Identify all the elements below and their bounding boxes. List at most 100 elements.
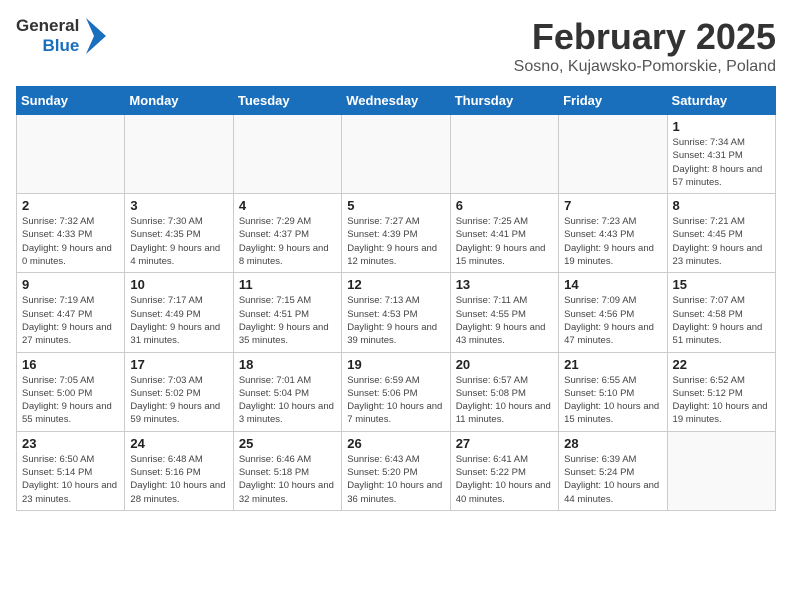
calendar-header-row: SundayMondayTuesdayWednesdayThursdayFrid… [17, 87, 776, 115]
day-number: 5 [347, 198, 444, 213]
calendar-week-row: 9 Sunrise: 7:19 AM Sunset: 4:47 PM Daylig… [17, 273, 776, 352]
day-number: 11 [239, 277, 336, 292]
calendar-cell: 13Sunrise: 7:11 AM Sunset: 4:55 PM Dayli… [450, 273, 558, 352]
day-info: Sunrise: 6:41 AM Sunset: 5:22 PM Dayligh… [456, 453, 553, 506]
day-number: 2 [22, 198, 119, 213]
day-info: Sunrise: 6:55 AM Sunset: 5:10 PM Dayligh… [564, 374, 661, 427]
day-info: Sunrise: 7:17 AM Sunset: 4:49 PM Dayligh… [130, 294, 227, 347]
logo-brand: General Blue [16, 16, 106, 55]
weekday-header-wednesday: Wednesday [342, 87, 450, 115]
calendar-week-row: 1 Sunrise: 7:34 AM Sunset: 4:31 PM Daylig… [17, 115, 776, 194]
day-number: 10 [130, 277, 227, 292]
calendar-cell: 22 Sunrise: 6:52 AM Sunset: 5:12 PM Dayli… [667, 352, 775, 431]
header: General Blue February 2025 Sosno, Kujaws… [16, 16, 776, 76]
month-title: February 2025 [514, 16, 776, 58]
calendar-cell: 28 Sunrise: 6:39 AM Sunset: 5:24 PM Dayli… [559, 431, 667, 510]
weekday-header-monday: Monday [125, 87, 233, 115]
day-number: 18 [239, 357, 336, 372]
day-info: Sunrise: 7:34 AM Sunset: 4:31 PM Dayligh… [673, 136, 770, 189]
calendar-cell: 7 Sunrise: 7:23 AM Sunset: 4:43 PM Daylig… [559, 194, 667, 273]
day-info: Sunrise: 7:21 AM Sunset: 4:45 PM Dayligh… [673, 215, 770, 268]
day-number: 26 [347, 436, 444, 451]
calendar-cell: 14Sunrise: 7:09 AM Sunset: 4:56 PM Dayli… [559, 273, 667, 352]
calendar-cell: 6 Sunrise: 7:25 AM Sunset: 4:41 PM Daylig… [450, 194, 558, 273]
calendar-cell: 4 Sunrise: 7:29 AM Sunset: 4:37 PM Daylig… [233, 194, 341, 273]
calendar-cell: 11 Sunrise: 7:15 AM Sunset: 4:51 PM Dayli… [233, 273, 341, 352]
day-info: Sunrise: 7:07 AM Sunset: 4:58 PM Dayligh… [673, 294, 770, 347]
day-info: Sunrise: 7:01 AM Sunset: 5:04 PM Dayligh… [239, 374, 336, 427]
weekday-header-thursday: Thursday [450, 87, 558, 115]
day-info: Sunrise: 7:27 AM Sunset: 4:39 PM Dayligh… [347, 215, 444, 268]
location-title: Sosno, Kujawsko-Pomorskie, Poland [514, 58, 776, 76]
calendar-cell: 17 Sunrise: 7:03 AM Sunset: 5:02 PM Dayli… [125, 352, 233, 431]
calendar-cell: 20 Sunrise: 6:57 AM Sunset: 5:08 PM Dayli… [450, 352, 558, 431]
calendar-cell: 2 Sunrise: 7:32 AM Sunset: 4:33 PM Daylig… [17, 194, 125, 273]
calendar-cell: 27Sunrise: 6:41 AM Sunset: 5:22 PM Dayli… [450, 431, 558, 510]
day-info: Sunrise: 7:30 AM Sunset: 4:35 PM Dayligh… [130, 215, 227, 268]
calendar-cell: 21 Sunrise: 6:55 AM Sunset: 5:10 PM Dayli… [559, 352, 667, 431]
calendar-cell [342, 115, 450, 194]
calendar-cell [559, 115, 667, 194]
day-info: Sunrise: 6:57 AM Sunset: 5:08 PM Dayligh… [456, 374, 553, 427]
day-number: 7 [564, 198, 661, 213]
day-number: 13 [456, 277, 553, 292]
day-number: 22 [673, 357, 770, 372]
calendar-cell: 5 Sunrise: 7:27 AM Sunset: 4:39 PM Daylig… [342, 194, 450, 273]
day-info: Sunrise: 6:39 AM Sunset: 5:24 PM Dayligh… [564, 453, 661, 506]
calendar-cell [17, 115, 125, 194]
calendar-cell: 8 Sunrise: 7:21 AM Sunset: 4:45 PM Daylig… [667, 194, 775, 273]
logo-chevron-icon [84, 18, 106, 54]
day-info: Sunrise: 7:23 AM Sunset: 4:43 PM Dayligh… [564, 215, 661, 268]
logo-blue: Blue [42, 36, 79, 56]
day-number: 17 [130, 357, 227, 372]
day-number: 9 [22, 277, 119, 292]
day-info: Sunrise: 6:48 AM Sunset: 5:16 PM Dayligh… [130, 453, 227, 506]
calendar: SundayMondayTuesdayWednesdayThursdayFrid… [16, 86, 776, 511]
day-info: Sunrise: 7:03 AM Sunset: 5:02 PM Dayligh… [130, 374, 227, 427]
day-number: 28 [564, 436, 661, 451]
calendar-cell: 10 Sunrise: 7:17 AM Sunset: 4:49 PM Dayli… [125, 273, 233, 352]
day-number: 19 [347, 357, 444, 372]
day-info: Sunrise: 6:52 AM Sunset: 5:12 PM Dayligh… [673, 374, 770, 427]
weekday-header-sunday: Sunday [17, 87, 125, 115]
calendar-cell: 15 Sunrise: 7:07 AM Sunset: 4:58 PM Dayli… [667, 273, 775, 352]
day-number: 1 [673, 119, 770, 134]
logo-general: General [16, 16, 79, 36]
weekday-header-friday: Friday [559, 87, 667, 115]
day-info: Sunrise: 6:43 AM Sunset: 5:20 PM Dayligh… [347, 453, 444, 506]
calendar-cell [125, 115, 233, 194]
day-number: 24 [130, 436, 227, 451]
weekday-header-tuesday: Tuesday [233, 87, 341, 115]
day-info: Sunrise: 7:05 AM Sunset: 5:00 PM Dayligh… [22, 374, 119, 427]
day-number: 4 [239, 198, 336, 213]
day-info: Sunrise: 6:59 AM Sunset: 5:06 PM Dayligh… [347, 374, 444, 427]
day-info: Sunrise: 7:29 AM Sunset: 4:37 PM Dayligh… [239, 215, 336, 268]
day-info: Sunrise: 7:25 AM Sunset: 4:41 PM Dayligh… [456, 215, 553, 268]
calendar-cell [667, 431, 775, 510]
calendar-cell: 23 Sunrise: 6:50 AM Sunset: 5:14 PM Dayli… [17, 431, 125, 510]
logo: General Blue [16, 16, 112, 55]
day-info: Sunrise: 6:50 AM Sunset: 5:14 PM Dayligh… [22, 453, 119, 506]
calendar-cell: 19 Sunrise: 6:59 AM Sunset: 5:06 PM Dayli… [342, 352, 450, 431]
calendar-cell: 3Sunrise: 7:30 AM Sunset: 4:35 PM Daylig… [125, 194, 233, 273]
day-number: 12 [347, 277, 444, 292]
calendar-cell [450, 115, 558, 194]
day-info: Sunrise: 7:13 AM Sunset: 4:53 PM Dayligh… [347, 294, 444, 347]
calendar-week-row: 16Sunrise: 7:05 AM Sunset: 5:00 PM Dayli… [17, 352, 776, 431]
day-number: 21 [564, 357, 661, 372]
calendar-week-row: 23 Sunrise: 6:50 AM Sunset: 5:14 PM Dayli… [17, 431, 776, 510]
day-info: Sunrise: 7:15 AM Sunset: 4:51 PM Dayligh… [239, 294, 336, 347]
day-info: Sunrise: 7:19 AM Sunset: 4:47 PM Dayligh… [22, 294, 119, 347]
calendar-cell: 9 Sunrise: 7:19 AM Sunset: 4:47 PM Daylig… [17, 273, 125, 352]
calendar-cell: 26 Sunrise: 6:43 AM Sunset: 5:20 PM Dayli… [342, 431, 450, 510]
day-info: Sunrise: 7:32 AM Sunset: 4:33 PM Dayligh… [22, 215, 119, 268]
day-number: 23 [22, 436, 119, 451]
calendar-cell: 18 Sunrise: 7:01 AM Sunset: 5:04 PM Dayli… [233, 352, 341, 431]
day-number: 20 [456, 357, 553, 372]
day-number: 6 [456, 198, 553, 213]
calendar-cell: 25Sunrise: 6:46 AM Sunset: 5:18 PM Dayli… [233, 431, 341, 510]
day-number: 8 [673, 198, 770, 213]
day-number: 14 [564, 277, 661, 292]
day-number: 15 [673, 277, 770, 292]
day-info: Sunrise: 6:46 AM Sunset: 5:18 PM Dayligh… [239, 453, 336, 506]
